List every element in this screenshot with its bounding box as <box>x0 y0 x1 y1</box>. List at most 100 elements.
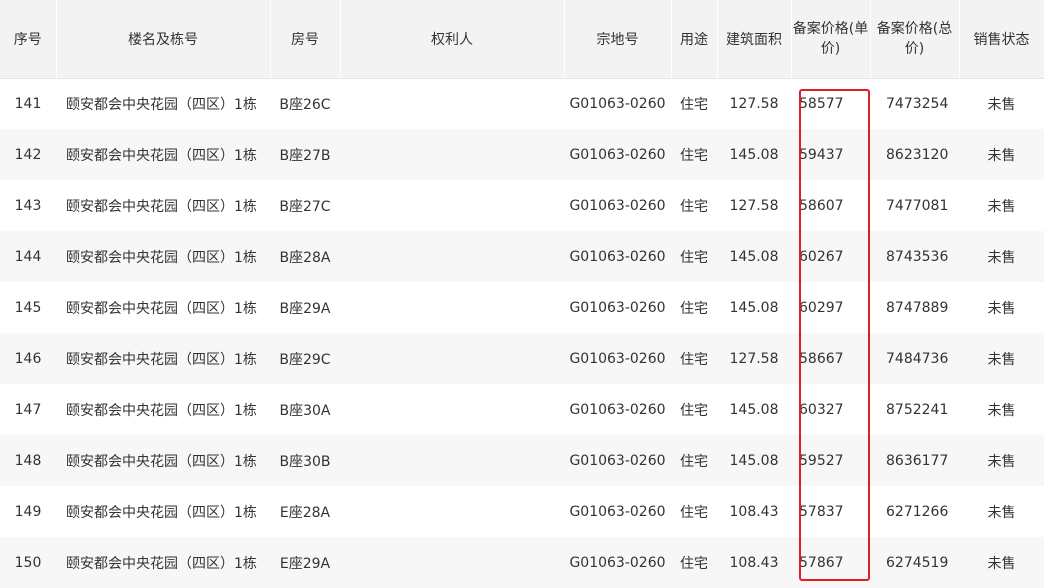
cell-status: 未售 <box>987 198 1016 215</box>
cell-area: 108.43 <box>729 554 779 571</box>
cell-owner <box>340 129 564 180</box>
cell-unit-price: 60327 <box>799 401 844 418</box>
cell-parcel: G01063-0260 <box>569 197 666 214</box>
cell-building: 颐安都会中央花园（四区）1栋 <box>66 402 257 419</box>
cell-building: 颐安都会中央花园（四区）1栋 <box>66 147 257 164</box>
cell-unit-price: 58577 <box>799 95 844 112</box>
cell-index: 147 <box>14 401 42 418</box>
cell-index: 149 <box>14 503 42 520</box>
cell-parcel: G01063-0260 <box>569 95 666 112</box>
table-row: 143 颐安都会中央花园（四区）1栋 B座27C G01063-0260 住宅 127.5… <box>0 180 1044 231</box>
header-owner: 权利人 <box>340 0 565 79</box>
cell-building: 颐安都会中央花园（四区）1栋 <box>66 555 257 572</box>
header-index: 序号 <box>0 0 57 79</box>
cell-status: 未售 <box>987 504 1016 521</box>
cell-area: 145.08 <box>729 248 779 265</box>
cell-total-price: 7473254 <box>886 95 949 112</box>
header-room: 房号 <box>270 0 341 79</box>
table-row: 145 颐安都会中央花园（四区）1栋 B座29A G01063-0260 住宅 145.0… <box>0 282 1044 333</box>
header-status: 销售状态 <box>959 0 1044 79</box>
cell-status: 未售 <box>987 402 1016 419</box>
cell-area: 145.08 <box>729 146 779 163</box>
cell-usage: 住宅 <box>680 504 708 521</box>
cell-building: 颐安都会中央花园（四区）1栋 <box>66 453 257 470</box>
header-area: 建筑面积 <box>717 0 792 79</box>
header-building: 楼名及栋号 <box>56 0 271 79</box>
cell-status: 未售 <box>987 249 1016 266</box>
cell-index: 143 <box>14 197 42 214</box>
cell-status: 未售 <box>987 147 1016 164</box>
cell-unit-price: 57837 <box>799 503 844 520</box>
cell-parcel: G01063-0260 <box>569 146 666 163</box>
cell-total-price: 7477081 <box>886 197 949 214</box>
table-row: 146 颐安都会中央花园（四区）1栋 B座29C G01063-0260 住宅 127.5… <box>0 333 1044 384</box>
table-row: 147 颐安都会中央花园（四区）1栋 B座30A G01063-0260 住宅 145.0… <box>0 384 1044 435</box>
cell-building: 颐安都会中央花园（四区）1栋 <box>66 300 257 317</box>
cell-usage: 住宅 <box>680 198 708 215</box>
table-row: 141 颐安都会中央花园（四区）1栋 B座26C G01063-0260 住宅 127.5… <box>0 78 1044 129</box>
cell-building: 颐安都会中央花园（四区）1栋 <box>66 504 257 521</box>
cell-unit-price: 58667 <box>799 350 844 367</box>
cell-parcel: G01063-0260 <box>569 554 666 571</box>
cell-status: 未售 <box>987 453 1016 470</box>
cell-room: B座26C <box>279 96 331 113</box>
cell-status: 未售 <box>987 351 1016 368</box>
header-unit-price: 备案价格(单价) <box>791 0 871 79</box>
cell-usage: 住宅 <box>680 555 708 572</box>
cell-building: 颐安都会中央花园（四区）1栋 <box>66 249 257 266</box>
cell-total-price: 8752241 <box>886 401 949 418</box>
cell-owner <box>340 78 564 129</box>
cell-owner <box>340 282 564 333</box>
cell-unit-price: 60267 <box>799 248 844 265</box>
table-row: 149 颐安都会中央花园（四区）1栋 E座28A G01063-0260 住宅 108.4… <box>0 486 1044 537</box>
cell-total-price: 6271266 <box>886 503 949 520</box>
cell-total-price: 6274519 <box>886 554 949 571</box>
cell-owner <box>340 180 564 231</box>
cell-usage: 住宅 <box>680 96 708 113</box>
cell-room: B座27B <box>279 147 331 164</box>
cell-room: B座27C <box>279 198 331 215</box>
cell-unit-price: 57867 <box>799 554 844 571</box>
cell-total-price: 8747889 <box>886 299 949 316</box>
cell-room: E座28A <box>279 504 331 521</box>
cell-owner <box>340 537 564 588</box>
cell-owner <box>340 333 564 384</box>
cell-owner <box>340 486 564 537</box>
cell-index: 145 <box>14 299 42 316</box>
cell-area: 145.08 <box>729 452 779 469</box>
cell-index: 142 <box>14 146 42 163</box>
cell-area: 145.08 <box>729 401 779 418</box>
cell-index: 148 <box>14 452 42 469</box>
cell-building: 颐安都会中央花园（四区）1栋 <box>66 198 257 215</box>
cell-usage: 住宅 <box>680 402 708 419</box>
header-usage: 用途 <box>671 0 718 79</box>
cell-room: B座29C <box>279 351 331 368</box>
table-row: 142 颐安都会中央花园（四区）1栋 B座27B G01063-0260 住宅 145.0… <box>0 129 1044 180</box>
cell-index: 146 <box>14 350 42 367</box>
cell-usage: 住宅 <box>680 300 708 317</box>
cell-total-price: 7484736 <box>886 350 949 367</box>
cell-area: 127.58 <box>729 350 779 367</box>
cell-room: B座30A <box>279 402 331 419</box>
cell-building: 颐安都会中央花园（四区）1栋 <box>66 96 257 113</box>
cell-usage: 住宅 <box>680 453 708 470</box>
cell-room: B座28A <box>279 249 331 266</box>
cell-parcel: G01063-0260 <box>569 299 666 316</box>
cell-parcel: G01063-0260 <box>569 503 666 520</box>
header-parcel: 宗地号 <box>564 0 672 79</box>
cell-room: E座29A <box>279 555 331 572</box>
cell-parcel: G01063-0260 <box>569 248 666 265</box>
cell-status: 未售 <box>987 555 1016 572</box>
cell-index: 150 <box>14 554 42 571</box>
cell-unit-price: 59527 <box>799 452 844 469</box>
table-row: 150 颐安都会中央花园（四区）1栋 E座29A G01063-0260 住宅 108.4… <box>0 537 1044 588</box>
cell-usage: 住宅 <box>680 147 708 164</box>
cell-unit-price: 60297 <box>799 299 844 316</box>
cell-area: 127.58 <box>729 197 779 214</box>
housing-listing-table: 序号 楼名及栋号 房号 权利人 宗地号 用途 建筑面积 备案价格(单价) 备案价… <box>0 0 1044 588</box>
cell-total-price: 8743536 <box>886 248 949 265</box>
cell-total-price: 8623120 <box>886 146 949 163</box>
header-row: 序号 楼名及栋号 房号 权利人 宗地号 用途 建筑面积 备案价格(单价) 备案价… <box>0 0 1044 79</box>
cell-usage: 住宅 <box>680 351 708 368</box>
cell-area: 145.08 <box>729 299 779 316</box>
